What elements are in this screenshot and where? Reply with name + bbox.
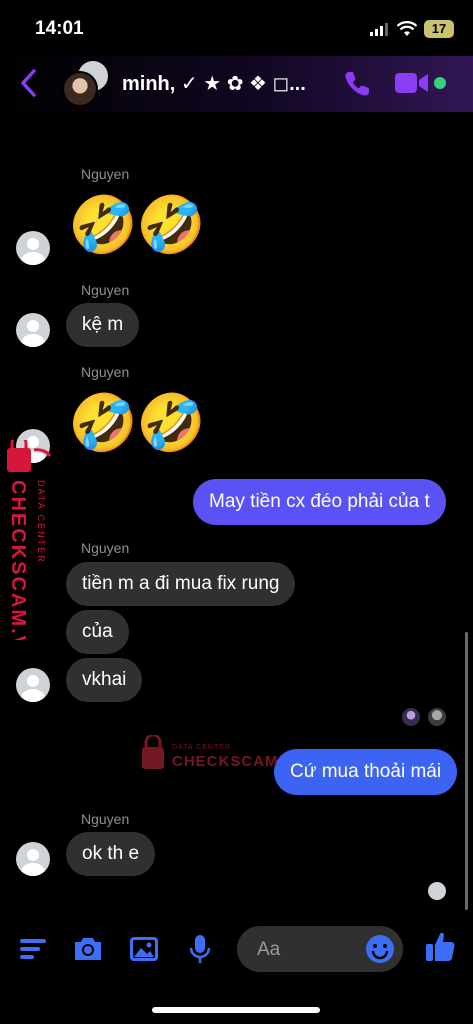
message-input[interactable]: Aa (237, 926, 403, 972)
video-icon[interactable] (395, 71, 429, 95)
sender-name: Nguyen (81, 811, 130, 827)
watermark-logo: DATA CENTER CHECKSCAM.VN (142, 735, 280, 770)
message-bubble-out[interactable]: May tiền cx đéo phải của t (193, 479, 446, 525)
message-input-placeholder: Aa (257, 939, 281, 960)
watermark-text: DATA CENTER (172, 744, 231, 751)
signal-icon (370, 23, 388, 36)
message-bubble-out[interactable]: Cứ mua thoải mái (274, 749, 458, 795)
avatar[interactable] (16, 313, 50, 347)
message-bubble-in[interactable]: kệ m (66, 303, 140, 347)
image-icon[interactable] (128, 933, 160, 965)
message-bubble-in[interactable]: của (66, 610, 129, 654)
message-bubble-in[interactable]: tiền m a đi mua fix rung (66, 562, 296, 606)
sender-name: Nguyen (81, 540, 130, 556)
status-time: 14:01 (35, 18, 84, 39)
online-status-dot (434, 77, 446, 89)
composer-bar: Aa (0, 920, 473, 980)
emoji: 🤣 (68, 193, 138, 258)
seen-avatar (428, 708, 446, 726)
watermark-brand: CHECKSCAM.VN (7, 480, 29, 640)
scrollbar[interactable] (465, 632, 468, 910)
home-indicator[interactable] (152, 1007, 320, 1013)
message-bubble-in[interactable]: ok th e (66, 832, 156, 876)
chat-header: minh, ✓ ★ ✿ ❖ ◻... (0, 56, 473, 112)
back-icon[interactable] (18, 68, 40, 98)
avatar (62, 71, 98, 107)
emoji: 🤣 (136, 193, 206, 258)
watermark-logo: DATA CENTER CHECKSCAM.VN (7, 440, 52, 640)
menu-icon[interactable] (18, 933, 50, 965)
watermark-brand: CHECKSCAM.VN (172, 753, 280, 770)
emoji-message[interactable]: 🤣🤣 (68, 193, 206, 258)
camera-icon[interactable] (72, 933, 104, 965)
sender-name: Nguyen (81, 282, 130, 298)
chat-title[interactable]: minh, ✓ ★ ✿ ❖ ◻... (122, 71, 306, 96)
group-avatar[interactable] (62, 59, 112, 109)
phone-icon[interactable] (343, 70, 371, 98)
battery-icon: 17 (424, 20, 454, 38)
avatar[interactable] (16, 231, 50, 265)
smile-icon[interactable] (365, 934, 395, 964)
mic-icon[interactable] (184, 933, 216, 965)
watermark-text: DATA CENTER (36, 480, 46, 564)
seen-avatar (428, 882, 446, 900)
message-bubble-in[interactable]: vkhai (66, 658, 143, 702)
emoji: 🤣 (136, 391, 206, 456)
avatar[interactable] (16, 842, 50, 876)
avatar[interactable] (16, 668, 50, 702)
sender-name: Nguyen (81, 166, 130, 182)
sender-name: Nguyen (81, 364, 130, 380)
seen-avatar (402, 708, 420, 726)
status-bar: 14:01 17 (0, 0, 473, 56)
thumbs-up-icon[interactable] (423, 930, 457, 964)
emoji: 🤣 (68, 391, 138, 456)
wifi-icon (397, 21, 417, 36)
emoji-message[interactable]: 🤣🤣 (68, 391, 206, 456)
